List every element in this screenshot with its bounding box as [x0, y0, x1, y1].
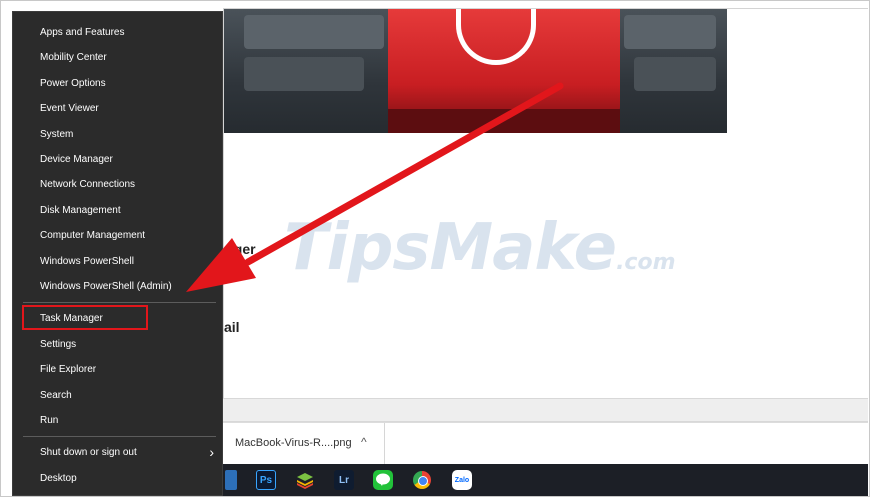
- keyboard-key: [244, 57, 364, 91]
- menu-item-search[interactable]: Search: [13, 383, 222, 408]
- menu-item-desktop[interactable]: Desktop: [13, 466, 222, 491]
- menu-item-settings[interactable]: Settings: [13, 332, 222, 357]
- menu-item-computer-management[interactable]: Computer Management: [13, 223, 222, 248]
- menu-item-disk-management[interactable]: Disk Management: [13, 198, 222, 223]
- red-key-side: [388, 109, 620, 133]
- watermark-suffix: .com: [616, 250, 676, 275]
- menu-item-shut-down-or-sign-out[interactable]: Shut down or sign out ›: [13, 440, 222, 465]
- lightroom-icon[interactable]: Lr: [334, 470, 354, 490]
- line-bubble-graphic: [376, 473, 390, 486]
- menu-item-file-explorer[interactable]: File Explorer: [13, 357, 222, 382]
- menu-item-label: Event Viewer: [40, 103, 99, 115]
- menu-item-label: Shut down or sign out: [40, 447, 137, 459]
- menu-item-apps-and-features[interactable]: Apps and Features: [13, 20, 222, 45]
- keyboard-key: [634, 57, 716, 91]
- menu-item-label: Device Manager: [40, 154, 113, 165]
- page-heading-fragment: ager: [226, 241, 256, 257]
- menu-item-label: File Explorer: [40, 364, 97, 376]
- keyboard-key: [624, 15, 716, 49]
- keyboard-hero-image: [224, 9, 727, 133]
- menu-separator: [23, 436, 216, 438]
- page-heading-fragment: ail: [224, 319, 240, 335]
- menu-item-label: Power Options: [40, 77, 106, 89]
- watermark-main: TipsMake: [284, 211, 617, 285]
- zalo-icon[interactable]: Zalo: [452, 470, 472, 490]
- bluestacks-icon[interactable]: [295, 470, 315, 490]
- watermark-logo: TipsMake.com: [284, 216, 676, 280]
- download-file-name: MacBook-Virus-R....png: [235, 437, 352, 449]
- menu-item-device-manager[interactable]: Device Manager: [13, 147, 222, 172]
- menu-item-windows-powershell-admin[interactable]: Windows PowerShell (Admin): [13, 274, 222, 299]
- bluestacks-icon-graphic: [297, 473, 313, 489]
- mail-icon[interactable]: [225, 470, 237, 490]
- chrome-icon[interactable]: [413, 471, 431, 489]
- menu-item-label: Apps and Features: [40, 27, 125, 38]
- menu-item-windows-powershell[interactable]: Windows PowerShell: [13, 249, 222, 274]
- taskbar: Ps Lr Zalo: [223, 464, 868, 496]
- browser-page: ager ail: [223, 8, 868, 398]
- menu-item-label: Search: [40, 389, 72, 401]
- menu-item-network-connections[interactable]: Network Connections: [13, 172, 222, 197]
- photoshop-icon[interactable]: Ps: [256, 470, 276, 490]
- menu-item-event-viewer[interactable]: Event Viewer: [13, 96, 222, 121]
- menu-item-label: Network Connections: [40, 179, 136, 191]
- red-highlight-box: [22, 305, 148, 331]
- menu-item-run[interactable]: Run: [13, 408, 222, 433]
- menu-item-label: Disk Management: [40, 204, 121, 216]
- menu-item-mobility-center[interactable]: Mobility Center: [13, 45, 222, 70]
- menu-item-label: Mobility Center: [40, 52, 107, 64]
- menu-item-label: Windows PowerShell: [40, 255, 134, 267]
- quick-link-menu: Apps and Features Mobility Center Power Op…: [12, 11, 223, 496]
- menu-item-label: Settings: [40, 338, 77, 350]
- menu-item-label: System: [40, 128, 74, 140]
- menu-item-label: Run: [40, 415, 59, 426]
- menu-item-label: Computer Management: [40, 230, 146, 242]
- menu-item-power-options[interactable]: Power Options: [13, 71, 222, 96]
- line-icon[interactable]: [373, 470, 393, 490]
- horizontal-scrollbar[interactable]: [223, 398, 868, 422]
- menu-item-label: Windows PowerShell (Admin): [40, 281, 172, 292]
- download-item[interactable]: MacBook-Virus-R....png ^: [223, 423, 385, 465]
- menu-item-system[interactable]: System: [13, 122, 222, 147]
- download-bar: MacBook-Virus-R....png ^: [223, 422, 868, 465]
- chevron-right-icon: ›: [209, 444, 214, 461]
- keyboard-key: [244, 15, 384, 49]
- menu-item-label: Desktop: [40, 472, 77, 484]
- menu-separator: [23, 302, 216, 304]
- chevron-up-icon[interactable]: ^: [361, 435, 367, 449]
